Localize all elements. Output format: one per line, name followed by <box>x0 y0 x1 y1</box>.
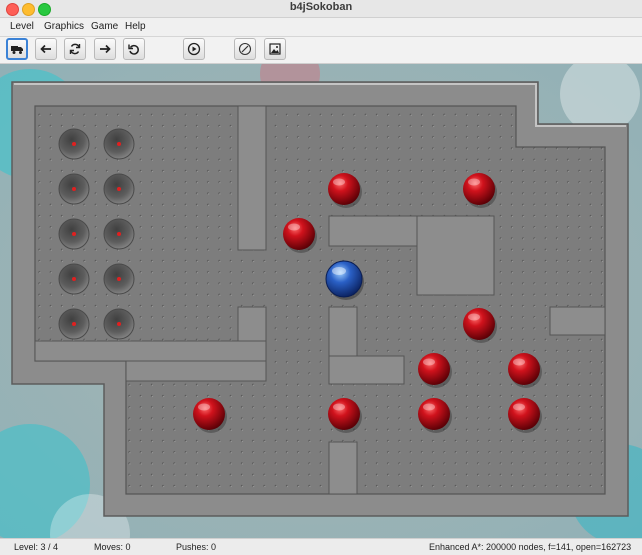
wall-segment <box>328 441 358 495</box>
next-level-button[interactable] <box>94 38 116 60</box>
play-circle-icon <box>187 42 201 56</box>
window-title: b4jSokoban <box>289 1 353 13</box>
goal-target <box>103 263 135 295</box>
restart-level-button[interactable] <box>64 38 86 60</box>
select-level-button[interactable] <box>6 38 28 60</box>
change-background-button[interactable] <box>264 38 286 60</box>
goal-target <box>103 173 135 205</box>
image-icon <box>269 43 281 55</box>
goal-target <box>103 128 135 160</box>
menu-level[interactable]: Level <box>10 21 34 32</box>
level-status: Level: 3 / 4 <box>14 542 59 552</box>
title-bar: b4jSokoban <box>0 0 642 18</box>
wall-segment <box>416 215 495 296</box>
undo-move-button[interactable] <box>123 38 145 60</box>
arrow-right-icon <box>100 44 111 54</box>
goal-target <box>58 263 90 295</box>
goal-target <box>58 218 90 250</box>
goal-target <box>58 173 90 205</box>
wall-segment <box>34 340 267 362</box>
pushes-status: Pushes: 0 <box>176 542 217 552</box>
moves-status: Moves: 0 <box>94 542 131 552</box>
goal-target <box>58 128 90 160</box>
wall-segment <box>549 306 606 336</box>
gauge-icon <box>238 42 252 56</box>
status-bar: Level: 3 / 4 Moves: 0 Pushes: 0 Enhanced… <box>0 538 642 555</box>
goal-target <box>103 308 135 340</box>
arrow-left-icon <box>40 44 51 54</box>
goal-target <box>103 218 135 250</box>
wall-segment <box>328 355 405 385</box>
menu-graphics[interactable]: Graphics <box>44 21 84 32</box>
menu-help[interactable]: Help <box>125 21 146 32</box>
goal-target <box>58 308 90 340</box>
wall-segment <box>125 360 267 382</box>
truck-icon <box>11 46 23 54</box>
solver-status: Enhanced A*: 200000 nodes, f=141, open=1… <box>429 542 632 552</box>
refresh-icon <box>69 43 81 55</box>
game-board[interactable] <box>0 64 642 538</box>
menu-game[interactable]: Game <box>91 21 118 32</box>
wall-segment <box>237 105 267 251</box>
toolbar <box>0 37 642 64</box>
previous-level-button[interactable] <box>35 38 57 60</box>
speed-button[interactable] <box>234 38 256 60</box>
solve-button[interactable] <box>183 38 205 60</box>
undo-icon <box>128 44 139 55</box>
menu-bar: Level Graphics Game Help <box>0 18 642 37</box>
board-canvas[interactable] <box>0 64 642 538</box>
